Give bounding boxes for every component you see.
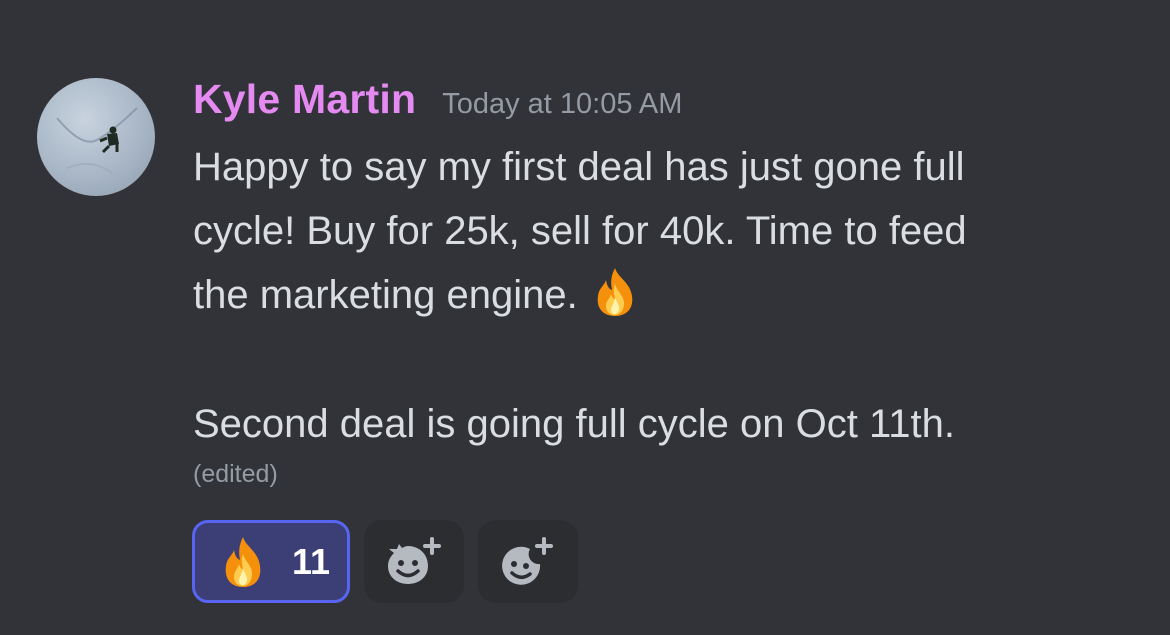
reactions-bar: 11 <box>192 520 578 603</box>
reaction-count: 11 <box>292 540 331 582</box>
message-line-text: the marketing engine. <box>193 273 578 317</box>
fire-icon <box>225 536 261 587</box>
fire-icon <box>597 268 632 316</box>
add-reaction-button[interactable] <box>478 520 578 603</box>
message-line: cycle! Buy for 25k, sell for 40k. Time t… <box>193 209 967 253</box>
message-content: Happy to say my first deal has just gone… <box>193 135 1113 456</box>
timestamp[interactable]: Today at 10:05 AM <box>442 88 682 121</box>
avatar[interactable] <box>37 78 155 196</box>
message-line: the marketing engine. <box>193 263 1113 327</box>
snowboarder-figure <box>99 126 119 154</box>
chat-message: Kyle Martin Today at 10:05 AM Happy to s… <box>0 0 1170 635</box>
message-header: Kyle Martin Today at 10:05 AM <box>193 76 682 126</box>
add-reaction-icon <box>502 536 553 585</box>
message-line: Second deal is going full cycle on Oct 1… <box>193 402 955 446</box>
avatar-snow-image <box>56 107 138 174</box>
message-line: Happy to say my first deal has just gone… <box>193 145 965 189</box>
add-super-reaction-icon <box>388 536 441 584</box>
reaction-fire[interactable]: 11 <box>192 520 350 603</box>
edited-label: (edited) <box>193 460 278 488</box>
username[interactable]: Kyle Martin <box>193 76 416 123</box>
add-super-reaction-button[interactable] <box>364 520 464 603</box>
